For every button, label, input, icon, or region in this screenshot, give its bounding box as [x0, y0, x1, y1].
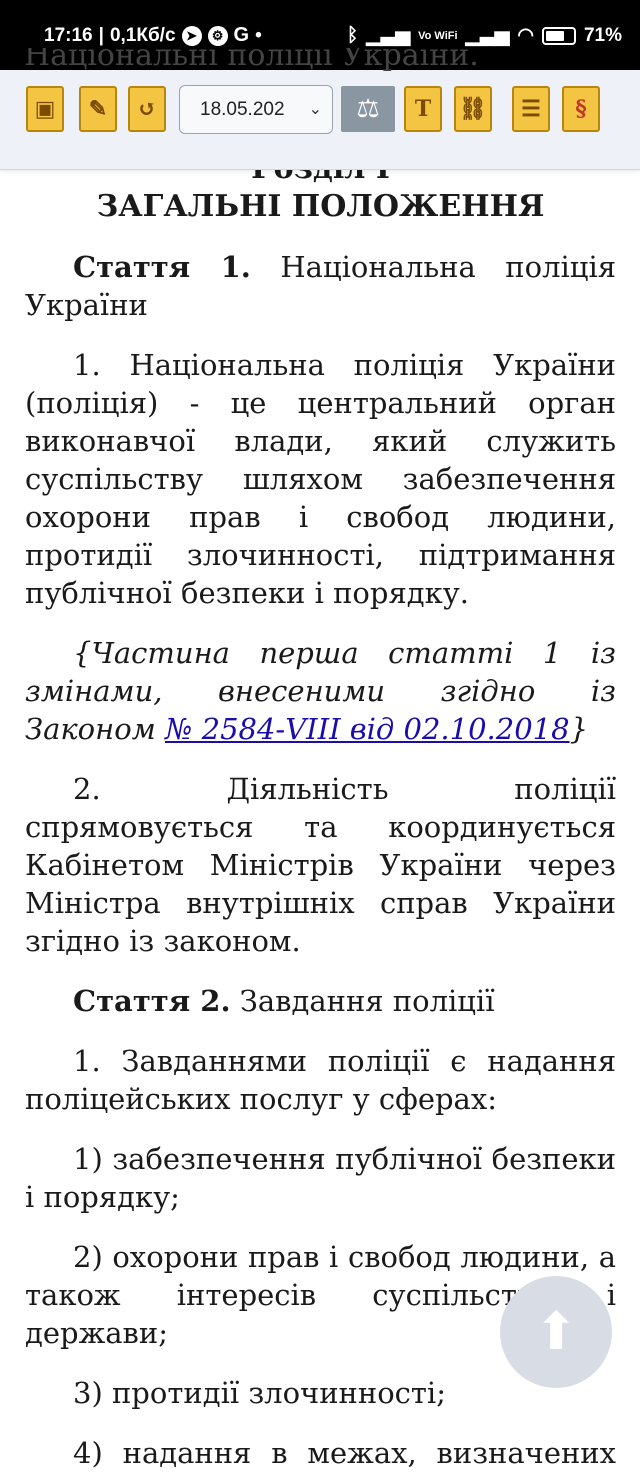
article-2-item-4: 4) надання в межах, визначених [73, 1436, 616, 1470]
section-title: ЗАГАЛЬНІ ПОЛОЖЕННЯ [96, 189, 545, 224]
battery-percent: 71% [583, 24, 622, 46]
text-button[interactable]: T [404, 86, 442, 132]
article-1-amendment-note: {Частина перша статті 1 із змінами, внес… [25, 634, 616, 748]
status-separator: | [98, 24, 104, 46]
status-right: ᛒ ▁▃▅ Vo WiFi ▁▃▅ ◠ 71% [347, 24, 622, 47]
article-2-paragraph-1: 1. Завданнями поліції є надання поліцейс… [25, 1044, 616, 1116]
battery-icon [541, 26, 576, 45]
amendment-note-end: } [569, 712, 589, 746]
google-icon: G [233, 24, 250, 46]
article-1-label: Стаття 1. [73, 250, 251, 284]
article-2-heading: Стаття 2. Завдання поліції [25, 982, 616, 1020]
structure-icon: ☰ [521, 96, 541, 122]
article-2-item-1: 1) забезпечення публічної безпеки і поря… [25, 1142, 616, 1214]
status-left: 17:16 | 0,1Кб/с ➤ ⚙ G • [44, 24, 262, 47]
archive-icon: ▣ [34, 96, 56, 122]
link-icon: ⛓ [459, 96, 487, 122]
archive-button[interactable]: ▣ [26, 86, 64, 132]
status-time: 17:16 [44, 24, 93, 46]
arrow-up-icon: ⬆ [534, 1302, 578, 1362]
status-net-speed: 0,1Кб/с [109, 24, 176, 46]
paragraph-button[interactable]: § [562, 86, 600, 132]
article-1-heading: Стаття 1. Національна поліція України [25, 248, 616, 324]
edit-icon: ✎ [88, 96, 108, 122]
text-icon: T [414, 96, 432, 122]
scales-icon: ⚖ [356, 94, 380, 124]
battery-fill [545, 30, 565, 41]
scroll-to-top-button[interactable]: ⬆ [500, 1276, 612, 1388]
steam-icon: ⚙ [207, 25, 228, 46]
edit-button[interactable]: ✎ [79, 86, 117, 132]
chevron-down-icon: ⌄ [308, 101, 322, 118]
document-content: Розділ I ЗАГАЛЬНІ ПОЛОЖЕННЯ Стаття 1. На… [25, 150, 616, 1472]
law-link[interactable]: № 2584-VIII від 02.10.2018 [165, 712, 570, 746]
link-button[interactable]: ⛓ [454, 86, 492, 132]
scales-button[interactable]: ⚖ [341, 86, 395, 132]
telegram-icon: ➤ [181, 25, 202, 46]
article-1-paragraph-1: 1. Національна поліція України (поліція)… [25, 348, 616, 610]
history-button[interactable]: ↺ [128, 86, 166, 132]
article-2-label: Стаття 2. [73, 984, 231, 1018]
bluetooth-icon: ᛒ [346, 24, 359, 46]
article-1-paragraph-2: 2. Діяльність поліції спрямовується та к… [25, 772, 616, 958]
wifi-icon: ◠ [517, 25, 534, 46]
edition-date-value: 18.05.202 [200, 99, 285, 120]
signal-icon: ▁▃▅ [366, 25, 411, 46]
more-dots: • [255, 24, 262, 46]
edition-date-select[interactable]: 18.05.202 ⌄ [179, 85, 333, 134]
structure-button[interactable]: ☰ [512, 86, 550, 132]
vowifi-label: Vo WiFi [418, 29, 458, 42]
paragraph-icon: § [575, 96, 587, 122]
history-icon: ↺ [137, 96, 157, 122]
signal-icon-2: ▁▃▅ [465, 25, 510, 46]
article-2-title: Завдання поліції [239, 984, 495, 1018]
